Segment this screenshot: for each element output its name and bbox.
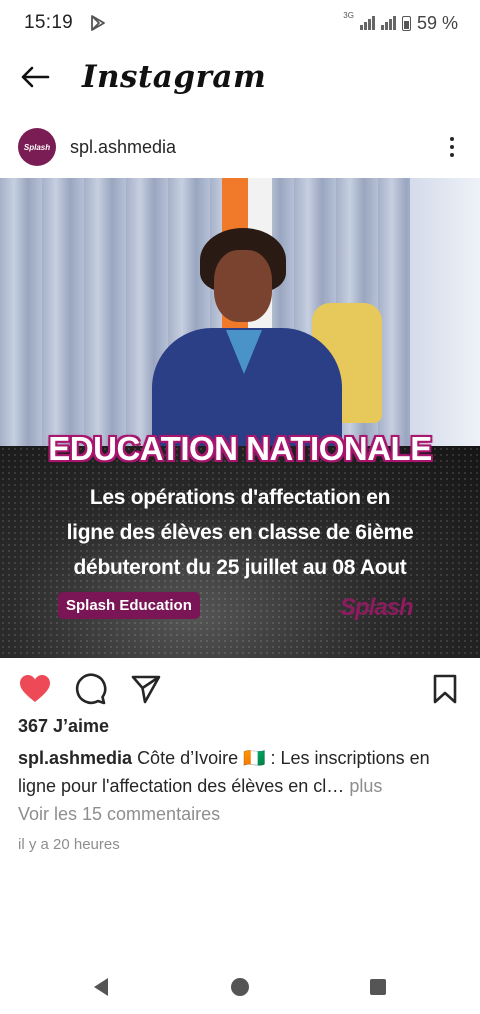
network-type: 3G (343, 10, 354, 20)
play-store-icon (89, 14, 107, 32)
send-icon[interactable] (129, 672, 163, 706)
curtain-right (410, 178, 480, 448)
caption-username[interactable]: spl.ashmedia (18, 748, 132, 768)
app-header: Instagram (0, 46, 480, 108)
view-comments-link[interactable]: Voir les 15 commentaires (18, 804, 220, 825)
back-arrow-icon[interactable] (0, 46, 70, 108)
battery-icon (401, 15, 411, 31)
system-nav-bar (0, 960, 480, 1014)
caption-more-link[interactable]: plus (349, 776, 382, 796)
signal-icon (359, 16, 375, 30)
nav-home-icon[interactable] (227, 974, 253, 1000)
post-header: Splash spl.ashmedia (0, 126, 480, 168)
status-bar: 15:19 3G 59 % (0, 0, 480, 46)
image-line-1: Les opérations d'affectation en (89, 486, 391, 509)
status-time: 15:19 (24, 12, 74, 33)
avatar-label: Splash (23, 142, 51, 152)
nav-recents-icon[interactable] (365, 974, 391, 1000)
heart-icon[interactable] (18, 672, 52, 706)
instagram-logo: Instagram (82, 59, 267, 95)
image-subtext: Les opérations d'affectation en ligne de… (30, 480, 450, 585)
post-image[interactable]: EDUCATION NATIONALE Les opérations d'aff… (0, 178, 480, 658)
signal-icon-2 (380, 16, 396, 30)
post-username[interactable]: spl.ashmedia (70, 137, 176, 158)
post-caption: spl.ashmedia Côte d’Ivoire 🇨🇮 : Les insc… (18, 744, 466, 800)
nav-back-icon[interactable] (88, 974, 114, 1000)
person-face (214, 250, 272, 322)
avatar[interactable]: Splash (18, 128, 56, 166)
post-timestamp: il y a 20 heures (18, 836, 120, 853)
status-indicators: 3G 59 % (343, 10, 458, 34)
image-tag: Splash Education (58, 592, 200, 619)
action-bar (0, 668, 480, 708)
comment-icon[interactable] (74, 672, 108, 706)
likes-count[interactable]: 367 J’aime (18, 716, 109, 737)
image-watermark: Splash (340, 594, 414, 621)
bookmark-icon[interactable] (428, 672, 462, 706)
image-line-2: ligne des élèves en classe de 6ième (66, 521, 414, 544)
more-options-icon[interactable] (442, 132, 462, 162)
image-headline: EDUCATION NATIONALE (48, 430, 432, 467)
image-line-3: débuteront du 25 juillet au 08 Aout (73, 556, 407, 579)
battery-percent: 59 % (416, 12, 458, 33)
